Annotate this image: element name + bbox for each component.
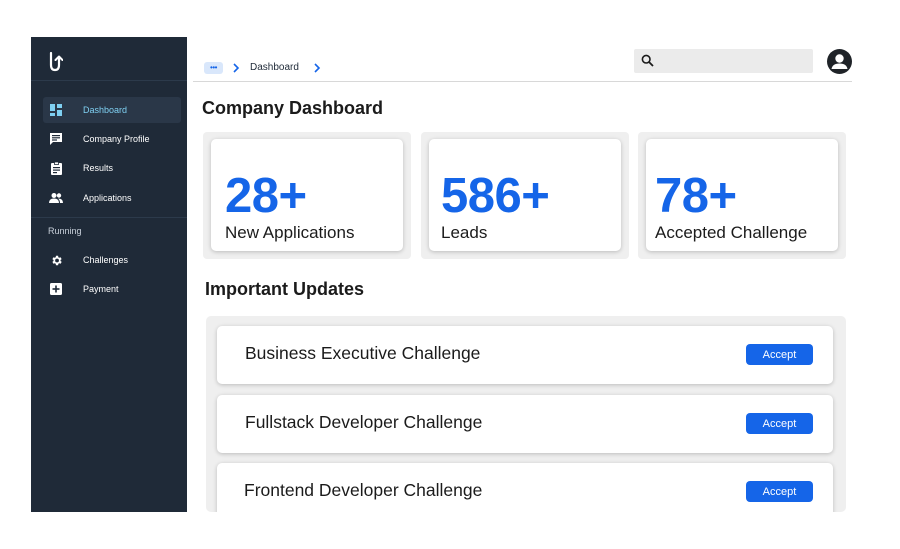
app-window: Dashboard Company Profile Results Applic…: [0, 0, 900, 549]
sidebar-divider: [31, 217, 187, 218]
sidebar-item-payment[interactable]: Payment: [43, 276, 181, 302]
update-title: Frontend Developer Challenge: [244, 480, 483, 500]
sidebar-item-label: Company Profile: [83, 134, 150, 144]
updates-panel: Business Executive Challenge Accept Full…: [206, 316, 846, 512]
update-item: Frontend Developer Challenge Accept: [217, 463, 833, 512]
stat-label: Accepted Challenge: [655, 223, 808, 242]
logo-icon[interactable]: [47, 51, 63, 73]
stat-value: 28+: [225, 169, 307, 223]
user-avatar-icon: [831, 54, 848, 69]
stat-card[interactable]: 78+ Accepted Challenge: [646, 139, 838, 251]
update-title: Fullstack Developer Challenge: [245, 412, 483, 432]
stat-label: Leads: [441, 223, 488, 242]
update-item: Fullstack Developer Challenge Accept: [217, 395, 833, 453]
sidebar-section-label: Running: [48, 226, 82, 236]
search-icon[interactable]: [641, 54, 654, 67]
sidebar: Dashboard Company Profile Results Applic…: [31, 37, 187, 512]
sidebar-item-challenges[interactable]: Challenges: [43, 247, 181, 273]
chat-bubble-icon: [49, 132, 63, 146]
sidebar-item-label: Applications: [83, 193, 132, 203]
sidebar-item-label: Challenges: [83, 255, 129, 265]
avatar[interactable]: [827, 49, 852, 74]
update-item: Business Executive Challenge Accept: [217, 326, 833, 384]
sidebar-item-dashboard[interactable]: Dashboard: [43, 97, 181, 123]
people-icon: [49, 191, 63, 205]
clipboard-icon: [49, 161, 63, 175]
search-bar: [634, 49, 813, 73]
sidebar-item-company-profile[interactable]: Company Profile: [43, 126, 181, 152]
sidebar-item-results[interactable]: Results: [43, 155, 181, 181]
stat-tile-accepted-challenge: 78+ Accepted Challenge: [638, 132, 846, 259]
stat-card[interactable]: 586+ Leads: [429, 139, 621, 251]
breadcrumb-more-button[interactable]: •••: [204, 62, 223, 74]
sidebar-item-label: Payment: [83, 284, 119, 294]
stat-tile-new-applications: 28+ New Applications: [203, 132, 411, 259]
dashboard-grid-icon: [49, 103, 63, 117]
sidebar-divider: [31, 80, 187, 81]
plus-box-icon: [49, 282, 63, 296]
header-divider: [193, 81, 852, 82]
gear-icon: [49, 253, 63, 267]
more-dots-icon: •••: [210, 63, 217, 72]
stat-card[interactable]: 28+ New Applications: [211, 139, 403, 251]
update-title: Business Executive Challenge: [245, 343, 481, 363]
sidebar-item-label: Results: [83, 163, 114, 173]
accept-button[interactable]: Accept: [746, 344, 813, 365]
breadcrumb-current[interactable]: Dashboard: [250, 62, 299, 73]
stat-value: 78+: [655, 169, 737, 223]
sidebar-item-label: Dashboard: [83, 105, 128, 115]
accept-button[interactable]: Accept: [746, 413, 813, 434]
search-input[interactable]: [658, 49, 808, 73]
chevron-right-icon: [233, 63, 240, 73]
sidebar-item-applications[interactable]: Applications: [43, 185, 181, 211]
stat-value: 586+: [441, 169, 550, 223]
accept-button[interactable]: Accept: [746, 481, 813, 502]
stat-tile-leads: 586+ Leads: [421, 132, 629, 259]
page-title: Company Dashboard: [202, 98, 384, 118]
stat-label: New Applications: [225, 223, 355, 242]
updates-title: Important Updates: [205, 279, 365, 299]
chevron-right-icon: [314, 63, 321, 73]
